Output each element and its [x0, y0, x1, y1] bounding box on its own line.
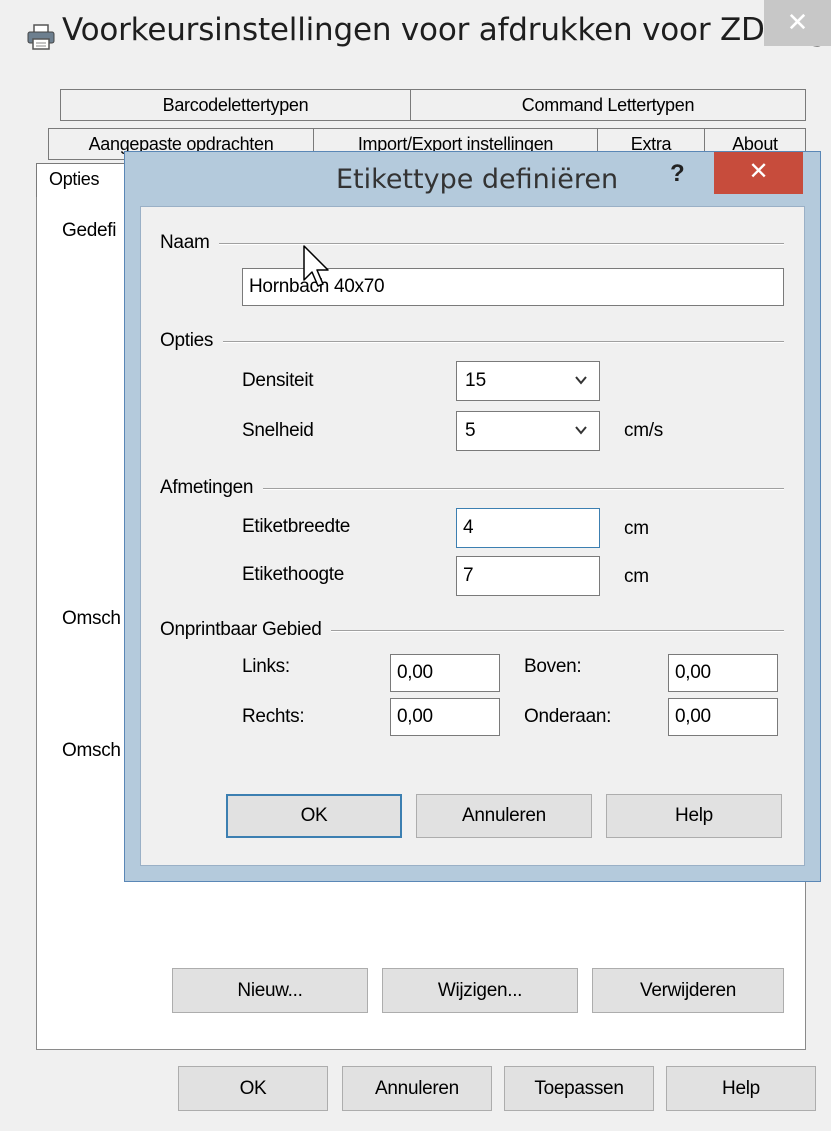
dimensions-group-label: Afmetingen: [160, 477, 264, 499]
density-value: 15: [465, 370, 487, 391]
defined-label: Gedefi: [62, 220, 117, 241]
margins-group-label: Onprintbaar Gebied: [160, 619, 332, 641]
dialog-help-button[interactable]: Help: [606, 794, 782, 838]
close-icon: ✕: [748, 158, 769, 185]
description-label-2: Omsch: [62, 740, 121, 761]
right-margin-label: Rechts:: [242, 706, 305, 727]
chevron-down-icon: [575, 376, 587, 385]
dialog-help-icon[interactable]: ?: [670, 160, 685, 188]
window-title: Voorkeursinstellingen voor afdrukken voo…: [62, 12, 831, 48]
options-group-line: [160, 341, 784, 343]
speed-unit: cm/s: [624, 420, 663, 441]
name-group-label: Naam: [160, 232, 220, 254]
label-width-input[interactable]: 4: [456, 508, 600, 548]
delete-button[interactable]: Verwijderen: [592, 968, 784, 1013]
label-height-unit: cm: [624, 566, 649, 587]
cancel-button[interactable]: Annuleren: [342, 1066, 492, 1111]
tab-barcode-fonts[interactable]: Barcodelettertypen: [60, 89, 411, 121]
speed-value: 5: [465, 420, 476, 441]
dialog-ok-button[interactable]: OK: [226, 794, 402, 838]
close-icon: ✕: [786, 7, 809, 37]
left-margin-input[interactable]: 0,00: [390, 654, 500, 692]
right-margin-input[interactable]: 0,00: [390, 698, 500, 736]
description-label: Omsch: [62, 608, 121, 629]
dialog-close-button[interactable]: ✕: [714, 152, 803, 194]
tab-options[interactable]: Opties: [36, 163, 128, 197]
window-close-button[interactable]: ✕: [764, 0, 831, 46]
mouse-cursor-icon: [303, 245, 329, 287]
speed-label: Snelheid: [242, 420, 314, 441]
dialog-title: Etikettype definiëren: [336, 164, 619, 195]
dialog-cancel-button[interactable]: Annuleren: [416, 794, 592, 838]
ok-button[interactable]: OK: [178, 1066, 328, 1111]
help-button[interactable]: Help: [666, 1066, 816, 1111]
density-select[interactable]: 15: [456, 361, 600, 401]
left-margin-label: Links:: [242, 656, 290, 677]
printer-icon: [27, 24, 55, 50]
label-width-label: Etiketbreedte: [242, 516, 351, 537]
edit-button[interactable]: Wijzigen...: [382, 968, 578, 1013]
bottom-margin-label: Onderaan:: [524, 706, 612, 727]
top-margin-input[interactable]: 0,00: [668, 654, 778, 692]
options-group-label: Opties: [160, 330, 224, 352]
bottom-margin-input[interactable]: 0,00: [668, 698, 778, 736]
tab-command-fonts[interactable]: Command Lettertypen: [410, 89, 806, 121]
density-label: Densiteit: [242, 370, 314, 391]
top-margin-label: Boven:: [524, 656, 582, 677]
label-height-input[interactable]: 7: [456, 556, 600, 596]
speed-select[interactable]: 5: [456, 411, 600, 451]
new-button[interactable]: Nieuw...: [172, 968, 368, 1013]
apply-button[interactable]: Toepassen: [504, 1066, 654, 1111]
chevron-down-icon: [575, 426, 587, 435]
label-width-unit: cm: [624, 518, 649, 539]
label-height-label: Etikethoogte: [242, 564, 345, 585]
name-group-line: [160, 243, 784, 245]
